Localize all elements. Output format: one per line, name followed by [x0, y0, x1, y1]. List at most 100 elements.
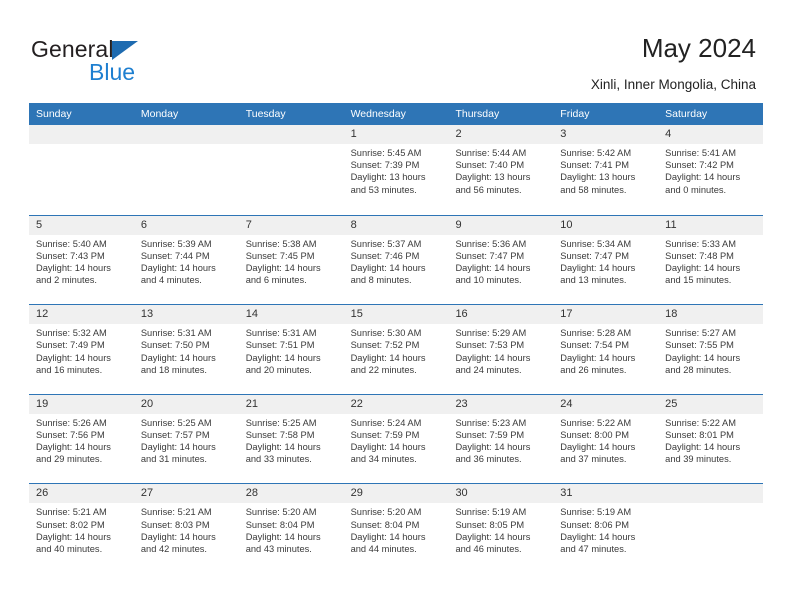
calendar-day-cell[interactable]: 13 Sunrise: 5:31 AM Sunset: 7:50 PM Dayligh…	[133, 305, 239, 394]
calendar-day-cell[interactable]: 22 Sunrise: 5:24 AM Sunset: 7:59 PM Dayligh…	[343, 394, 449, 484]
day-number: 12	[36, 308, 49, 321]
calendar-day-cell[interactable]: 21 Sunrise: 5:25 AM Sunset: 7:58 PM Dayligh…	[238, 394, 344, 484]
sunset-text: Sunset: 7:42 PM	[665, 160, 734, 171]
calendar-day-cell[interactable]: 15 Sunrise: 5:30 AM Sunset: 7:52 PM Dayligh…	[343, 305, 449, 394]
day-details: Sunrise: 5:30 AM Sunset: 7:52 PM Daylight:…	[344, 324, 449, 376]
sunset-text: Sunset: 7:44 PM	[140, 250, 210, 261]
sunrise-text: Sunrise: 5:28 AM	[560, 328, 632, 339]
day-number-band: 2	[448, 125, 554, 144]
day-number-band: 11	[658, 215, 764, 235]
daylight-text: Daylight: 14 hours and 22 minutes.	[350, 352, 426, 375]
day-number-band: 21	[238, 394, 344, 414]
calendar-day-cell[interactable]: 19 Sunrise: 5:26 AM Sunset: 7:56 PM Dayligh…	[29, 394, 134, 484]
day-number-band: 9	[448, 215, 554, 235]
day-details: Sunrise: 5:33 AM Sunset: 7:48 PM Daylight:…	[658, 235, 763, 287]
day-number-band: 16	[448, 305, 554, 325]
calendar-day-cell[interactable]: 1 Sunrise: 5:45 AM Sunset: 7:39 PM Daylight…	[343, 125, 449, 215]
calendar-day-cell[interactable]: 29 Sunrise: 5:20 AM Sunset: 8:04 PM Dayligh…	[343, 484, 449, 573]
sunset-text: Sunset: 7:53 PM	[455, 340, 525, 351]
sunset-text: Sunset: 7:47 PM	[560, 250, 630, 261]
day-details: Sunrise: 5:32 AM Sunset: 7:49 PM Daylight:…	[29, 324, 134, 376]
sunrise-text: Sunrise: 5:21 AM	[140, 507, 212, 518]
calendar-day-cell[interactable]: 2 Sunrise: 5:44 AM Sunset: 7:40 PM Daylight…	[448, 125, 554, 215]
weekday-sunday: Sunday	[36, 108, 72, 120]
day-number: 5	[36, 218, 43, 231]
sunrise-text: Sunrise: 5:31 AM	[140, 328, 212, 339]
day-number-band: 10	[553, 215, 659, 235]
day-number-band: 26	[29, 484, 134, 504]
daylight-text: Daylight: 14 hours and 40 minutes.	[36, 531, 111, 554]
sunset-text: Sunset: 8:00 PM	[560, 429, 630, 440]
sunrise-text: Sunrise: 5:20 AM	[350, 507, 422, 518]
day-number-band: 13	[133, 305, 239, 325]
daylight-text: Daylight: 14 hours and 4 minutes.	[140, 263, 216, 286]
calendar-day-cell[interactable]: 9 Sunrise: 5:36 AM Sunset: 7:47 PM Daylight…	[448, 215, 554, 305]
sunrise-text: Sunrise: 5:44 AM	[455, 148, 527, 158]
sunrise-text: Sunrise: 5:23 AM	[455, 417, 527, 428]
sunset-text: Sunset: 7:59 PM	[455, 429, 525, 440]
calendar-day-cell[interactable]: 5 Sunrise: 5:40 AM Sunset: 7:43 PM Daylight…	[29, 215, 134, 305]
daylight-text: Daylight: 14 hours and 26 minutes.	[560, 352, 636, 375]
calendar-day-cell[interactable]: 31 Sunrise: 5:19 AM Sunset: 8:06 PM Dayligh…	[553, 484, 659, 573]
day-number: 18	[665, 308, 678, 321]
calendar-day-cell[interactable]: 12 Sunrise: 5:32 AM Sunset: 7:49 PM Dayligh…	[29, 305, 134, 394]
sunset-text: Sunset: 8:03 PM	[140, 519, 210, 530]
calendar-day-cell[interactable]: 4 Sunrise: 5:41 AM Sunset: 7:42 PM Daylight…	[658, 125, 764, 215]
calendar-day-cell[interactable]: 27 Sunrise: 5:21 AM Sunset: 8:03 PM Dayligh…	[133, 484, 239, 573]
day-number-band: 5	[29, 215, 134, 235]
daylight-text: Daylight: 14 hours and 47 minutes.	[560, 531, 636, 554]
day-number-band: 14	[238, 305, 344, 325]
day-details: Sunrise: 5:25 AM Sunset: 7:58 PM Daylight:…	[239, 414, 344, 466]
weekday-header-row: Sunday Monday Tuesday Wednesday Thursday…	[29, 103, 763, 125]
day-details: Sunrise: 5:21 AM Sunset: 8:03 PM Daylight:…	[134, 503, 239, 555]
calendar-week-row: 26 Sunrise: 5:21 AM Sunset: 8:02 PM Dayligh…	[29, 483, 764, 573]
calendar-day-cell[interactable]: 20 Sunrise: 5:25 AM Sunset: 7:57 PM Dayligh…	[133, 394, 239, 484]
daylight-text: Daylight: 14 hours and 24 minutes.	[455, 352, 531, 375]
day-number: 4	[665, 128, 672, 140]
calendar-day-cell[interactable]: 16 Sunrise: 5:29 AM Sunset: 7:53 PM Dayligh…	[448, 305, 554, 394]
calendar-day-cell[interactable]: 28 Sunrise: 5:20 AM Sunset: 8:04 PM Dayligh…	[238, 484, 344, 573]
calendar-day-cell[interactable]: 7 Sunrise: 5:38 AM Sunset: 7:45 PM Daylight…	[238, 215, 344, 305]
day-details: Sunrise: 5:20 AM Sunset: 8:04 PM Daylight:…	[239, 503, 344, 555]
calendar-day-cell-empty	[29, 125, 134, 215]
daylight-text: Daylight: 13 hours and 58 minutes.	[560, 172, 636, 195]
calendar-page: General Blue May 2024 Xinli, Inner Mongo…	[0, 0, 792, 612]
weekday-wednesday: Wednesday	[350, 108, 406, 120]
sunrise-text: Sunrise: 5:19 AM	[455, 507, 527, 518]
calendar-day-cell[interactable]: 14 Sunrise: 5:31 AM Sunset: 7:51 PM Dayligh…	[238, 305, 344, 394]
day-number-band	[238, 125, 344, 144]
sunrise-text: Sunrise: 5:25 AM	[140, 417, 212, 428]
day-number: 29	[350, 487, 363, 500]
calendar-day-cell[interactable]: 6 Sunrise: 5:39 AM Sunset: 7:44 PM Daylight…	[133, 215, 239, 305]
calendar-day-cell[interactable]: 18 Sunrise: 5:27 AM Sunset: 7:55 PM Dayligh…	[658, 305, 764, 394]
calendar-day-cell[interactable]: 23 Sunrise: 5:23 AM Sunset: 7:59 PM Dayligh…	[448, 394, 554, 484]
calendar-day-cell[interactable]: 3 Sunrise: 5:42 AM Sunset: 7:41 PM Daylight…	[553, 125, 659, 215]
sunrise-text: Sunrise: 5:40 AM	[36, 238, 107, 249]
calendar-day-cell[interactable]: 10 Sunrise: 5:34 AM Sunset: 7:47 PM Dayligh…	[553, 215, 659, 305]
calendar-week-row: 19 Sunrise: 5:26 AM Sunset: 7:56 PM Dayligh…	[29, 393, 764, 484]
day-details: Sunrise: 5:26 AM Sunset: 7:56 PM Daylight:…	[29, 414, 134, 466]
calendar-day-cell[interactable]: 26 Sunrise: 5:21 AM Sunset: 8:02 PM Dayligh…	[29, 484, 134, 573]
day-number-band: 31	[553, 484, 659, 504]
weekday-saturday: Saturday	[665, 108, 708, 120]
sunrise-text: Sunrise: 5:33 AM	[665, 238, 736, 249]
calendar-day-cell-empty	[658, 484, 764, 573]
calendar-day-cell[interactable]: 11 Sunrise: 5:33 AM Sunset: 7:48 PM Dayligh…	[658, 215, 764, 305]
day-number: 28	[245, 487, 258, 500]
page-title: May 2024	[641, 33, 756, 63]
daylight-text: Daylight: 14 hours and 37 minutes.	[560, 442, 636, 465]
calendar-day-cell[interactable]: 17 Sunrise: 5:28 AM Sunset: 7:54 PM Dayligh…	[553, 305, 659, 394]
day-number-band: 27	[133, 484, 239, 504]
daylight-text: Daylight: 14 hours and 42 minutes.	[140, 531, 216, 554]
sunset-text: Sunset: 7:47 PM	[455, 250, 525, 261]
calendar-day-cell[interactable]: 24 Sunrise: 5:22 AM Sunset: 8:00 PM Dayligh…	[553, 394, 659, 484]
sunset-text: Sunset: 7:39 PM	[350, 160, 420, 171]
day-number-band	[29, 125, 134, 144]
day-details: Sunrise: 5:25 AM Sunset: 7:57 PM Daylight:…	[134, 414, 239, 466]
day-number-band: 23	[448, 394, 554, 414]
daylight-text: Daylight: 14 hours and 46 minutes.	[455, 531, 531, 554]
calendar-day-cell[interactable]: 30 Sunrise: 5:19 AM Sunset: 8:05 PM Dayligh…	[448, 484, 554, 573]
calendar-day-cell[interactable]: 25 Sunrise: 5:22 AM Sunset: 8:01 PM Dayligh…	[658, 394, 764, 484]
day-number-band: 4	[658, 125, 764, 144]
calendar-day-cell[interactable]: 8 Sunrise: 5:37 AM Sunset: 7:46 PM Daylight…	[343, 215, 449, 305]
